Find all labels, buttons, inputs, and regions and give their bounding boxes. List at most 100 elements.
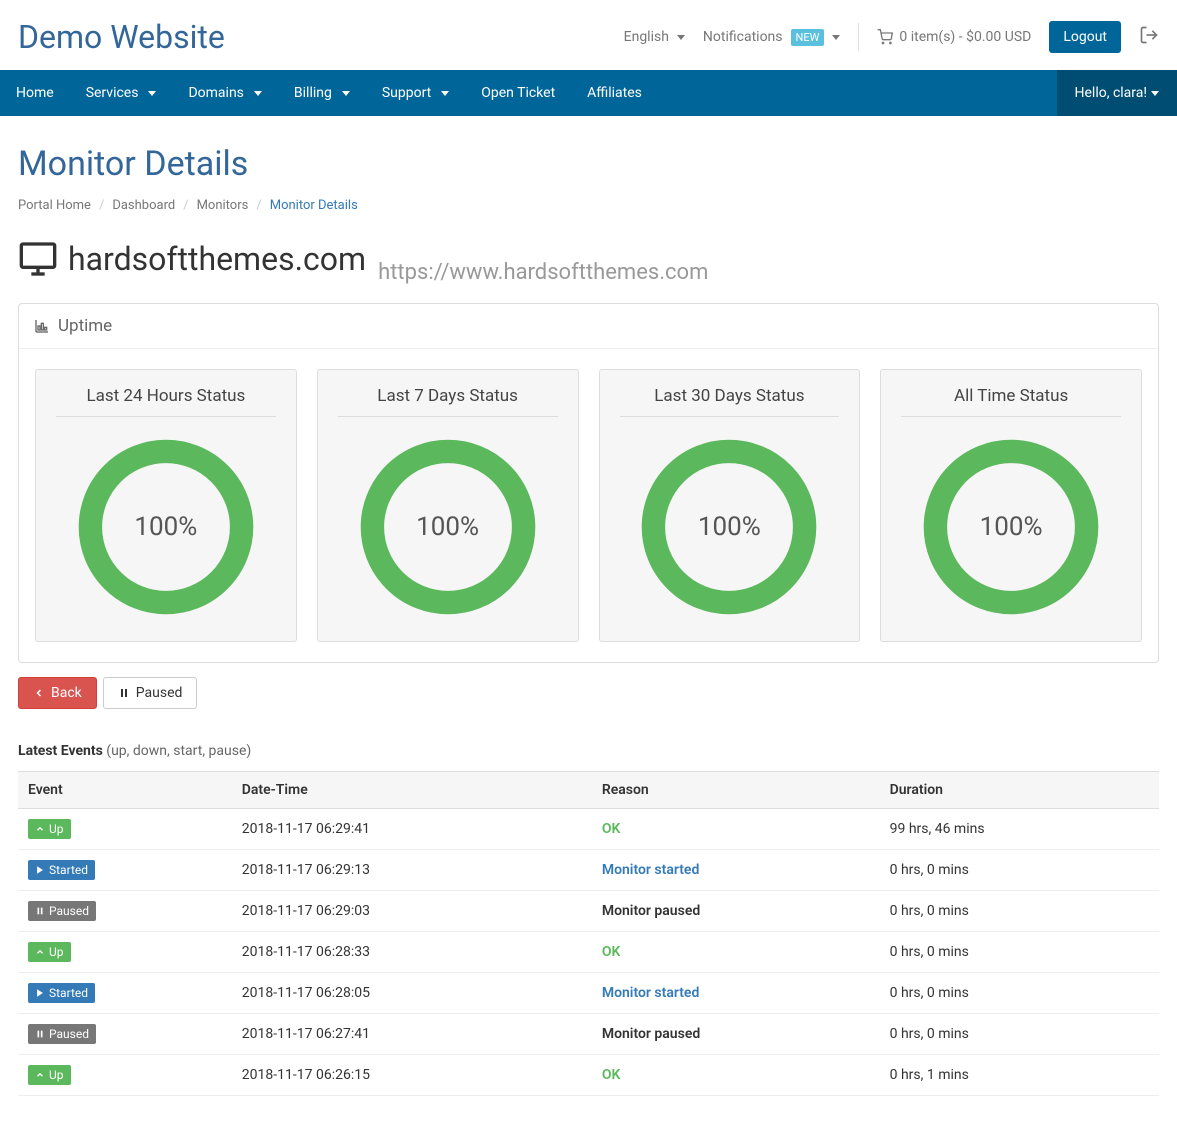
event-duration: 0 hrs, 0 mins (880, 850, 1159, 891)
chevron-left-icon (33, 687, 45, 699)
notifications-label: Notifications (703, 29, 783, 45)
table-row: Up 2018-11-17 06:29:41OK99 hrs, 46 mins (18, 809, 1159, 850)
event-badge-paused: Paused (28, 1024, 96, 1044)
uptime-ring: 100% (921, 437, 1101, 617)
event-duration: 0 hrs, 1 mins (880, 1055, 1159, 1096)
event-datetime: 2018-11-17 06:28:05 (232, 973, 592, 1014)
uptime-panel-heading: Uptime (19, 304, 1158, 349)
uptime-ring: 100% (76, 437, 256, 617)
caret-down-icon (342, 91, 350, 96)
back-button[interactable]: Back (18, 677, 97, 709)
table-row: Up 2018-11-17 06:28:33OK0 hrs, 0 mins (18, 932, 1159, 973)
language-dropdown[interactable]: English (624, 29, 685, 45)
breadcrumb-link[interactable]: Dashboard (112, 198, 175, 213)
uptime-value: 100% (76, 437, 256, 617)
breadcrumb-separator: / (256, 198, 261, 213)
breadcrumb: Portal Home / Dashboard / Monitors / Monitor D… (18, 198, 1159, 213)
event-reason: OK (592, 932, 880, 973)
caret-down-icon (254, 91, 262, 96)
event-reason: Monitor started (592, 973, 880, 1014)
events-table: EventDate-TimeReasonDuration Up2018-11-1… (18, 771, 1159, 1096)
breadcrumb-link[interactable]: Portal Home (18, 198, 91, 213)
event-datetime: 2018-11-17 06:29:41 (232, 809, 592, 850)
cart-icon (877, 29, 893, 45)
event-badge-started: Started (28, 860, 95, 880)
event-duration: 0 hrs, 0 mins (880, 891, 1159, 932)
events-column-header: Reason (592, 772, 880, 809)
uptime-panel: Uptime Last 24 Hours Status 100% Last 7 Da… (18, 303, 1159, 663)
status-card-title: Last 7 Days Status (338, 386, 558, 417)
breadcrumb-separator: / (99, 198, 104, 213)
event-duration: 99 hrs, 46 mins (880, 809, 1159, 850)
nav-item-billing[interactable]: Billing (278, 70, 366, 116)
logout-button[interactable]: Logout (1049, 21, 1121, 53)
table-row: Paused 2018-11-17 06:29:03Monitor paused0… (18, 891, 1159, 932)
caret-down-icon (441, 91, 449, 96)
monitor-url: https://www.hardsoftthemes.com (378, 260, 708, 285)
events-column-header: Duration (880, 772, 1159, 809)
breadcrumb-active: Monitor Details (270, 198, 358, 213)
event-duration: 0 hrs, 0 mins (880, 932, 1159, 973)
table-row: Paused 2018-11-17 06:27:41Monitor paused0… (18, 1014, 1159, 1055)
status-card: Last 30 Days Status 100% (599, 369, 861, 642)
event-datetime: 2018-11-17 06:29:03 (232, 891, 592, 932)
nav-item-services[interactable]: Services (70, 70, 173, 116)
event-badge-paused: Paused (28, 901, 96, 921)
table-row: Up 2018-11-17 06:26:15OK0 hrs, 1 mins (18, 1055, 1159, 1096)
events-column-header: Date-Time (232, 772, 592, 809)
nav-item-affiliates[interactable]: Affiliates (571, 70, 658, 116)
breadcrumb-link[interactable]: Monitors (197, 198, 249, 213)
caret-down-icon (677, 35, 685, 40)
status-card-title: Last 30 Days Status (620, 386, 840, 417)
event-reason: Monitor paused (592, 1014, 880, 1055)
table-row: Started 2018-11-17 06:29:13Monitor starte… (18, 850, 1159, 891)
cart-link[interactable]: 0 item(s) - $0.00 USD (877, 29, 1031, 45)
breadcrumb-separator: / (183, 198, 188, 213)
status-card-title: Last 24 Hours Status (56, 386, 276, 417)
nav-item-home[interactable]: Home (0, 70, 70, 116)
uptime-ring: 100% (639, 437, 819, 617)
event-reason: OK (592, 1055, 880, 1096)
table-row: Started 2018-11-17 06:28:05Monitor starte… (18, 973, 1159, 1014)
event-badge-up: Up (28, 1065, 71, 1085)
event-badge-started: Started (28, 983, 95, 1003)
desktop-icon (18, 239, 58, 279)
caret-down-icon (832, 35, 840, 40)
page-title: Monitor Details (18, 144, 1159, 184)
status-card: Last 24 Hours Status 100% (35, 369, 297, 642)
separator (858, 23, 859, 51)
uptime-value: 100% (921, 437, 1101, 617)
paused-button[interactable]: Paused (103, 677, 198, 709)
event-reason: Monitor started (592, 850, 880, 891)
pause-icon (118, 687, 130, 699)
nav-item-open-ticket[interactable]: Open Ticket (465, 70, 571, 116)
event-reason: Monitor paused (592, 891, 880, 932)
greeting-text: Hello, clara! (1075, 85, 1147, 101)
event-datetime: 2018-11-17 06:29:13 (232, 850, 592, 891)
brand-logo[interactable]: Demo Website (18, 18, 225, 56)
language-label: English (624, 29, 669, 45)
events-heading: Latest Events (up, down, start, pause) (18, 743, 1159, 759)
event-badge-up: Up (28, 942, 71, 962)
nav-item-domains[interactable]: Domains (172, 70, 277, 116)
event-duration: 0 hrs, 0 mins (880, 1014, 1159, 1055)
event-badge-up: Up (28, 819, 71, 839)
event-reason: OK (592, 809, 880, 850)
sign-out-icon[interactable] (1139, 25, 1159, 49)
event-datetime: 2018-11-17 06:28:33 (232, 932, 592, 973)
caret-down-icon (1151, 91, 1159, 96)
event-duration: 0 hrs, 0 mins (880, 973, 1159, 1014)
new-badge: NEW (791, 29, 825, 46)
status-card-title: All Time Status (901, 386, 1121, 417)
nav-item-support[interactable]: Support (366, 70, 465, 116)
notifications-dropdown[interactable]: Notifications NEW (703, 29, 840, 46)
cart-text: 0 item(s) - $0.00 USD (899, 29, 1031, 45)
uptime-value: 100% (358, 437, 538, 617)
event-datetime: 2018-11-17 06:27:41 (232, 1014, 592, 1055)
monitor-name: hardsoftthemes.com (18, 239, 366, 279)
status-card: All Time Status 100% (880, 369, 1142, 642)
uptime-ring: 100% (358, 437, 538, 617)
event-datetime: 2018-11-17 06:26:15 (232, 1055, 592, 1096)
bar-chart-icon (34, 318, 50, 334)
user-greeting-dropdown[interactable]: Hello, clara! (1057, 70, 1177, 116)
